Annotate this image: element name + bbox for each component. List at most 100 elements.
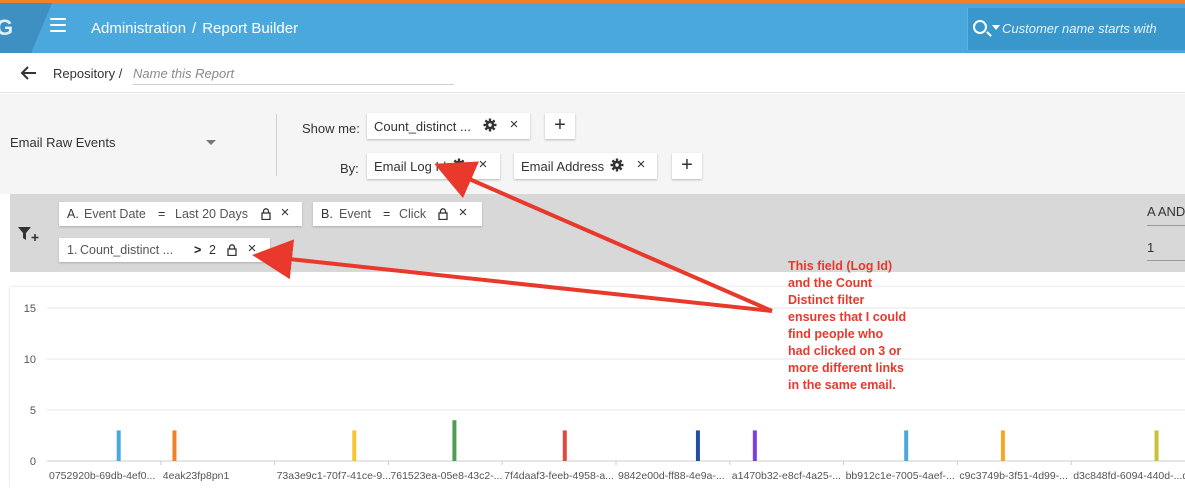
- filter-field: Event Date: [84, 207, 146, 221]
- x-tick-label: 7f4daaf3-feeb-4958-a...: [504, 470, 614, 482]
- filter-value: Click: [399, 207, 427, 221]
- annotation-line: This field (Log Id): [788, 259, 893, 273]
- bar[interactable]: [1000, 430, 1005, 461]
- lock-icon[interactable]: [227, 244, 237, 256]
- chevron-down-icon[interactable]: [992, 25, 1000, 30]
- by-label: By:: [340, 161, 359, 176]
- filter-value: 2: [209, 243, 216, 257]
- add-filter-icon[interactable]: [18, 226, 40, 242]
- measure-chip-label: Count_distinct ...: [374, 119, 471, 134]
- report-name-input[interactable]: [133, 63, 454, 85]
- add-measure-button[interactable]: +: [545, 113, 575, 139]
- x-tick-label: 761523ea-05e8-43c2-...: [390, 470, 502, 482]
- filter-chip-count-distinct[interactable]: 1. Count_distinct ... > 2 ×: [59, 238, 270, 262]
- filter-chip-event[interactable]: B. Event = Click ×: [313, 202, 482, 226]
- annotation-line: more different links: [788, 361, 904, 375]
- dimension-chip-label: Email Log Id: [374, 159, 447, 174]
- filter-operator: =: [383, 207, 391, 221]
- filter-field: Count_distinct ...: [80, 243, 174, 257]
- remove-dimension-close-icon[interactable]: ×: [634, 157, 648, 173]
- remove-dimension-close-icon[interactable]: ×: [476, 157, 490, 173]
- filter-logic-underline: [1147, 225, 1185, 226]
- y-tick-label: 15: [24, 303, 36, 315]
- gear-icon[interactable]: [452, 158, 466, 172]
- gear-icon[interactable]: [610, 158, 624, 172]
- customer-search: [967, 8, 1185, 50]
- chart-panel: 0 5 10 15 0752920b-69db-4ef0... 4eak23fp8pn1 7…: [10, 287, 1185, 488]
- bar[interactable]: [904, 430, 909, 461]
- breadcrumb-separator: /: [118, 66, 123, 81]
- remove-filter-close-icon[interactable]: ×: [278, 205, 292, 221]
- annotation-line: in the same email.: [788, 378, 896, 392]
- annotation-line: had clicked on 3 or: [788, 344, 902, 358]
- dimension-chip-label: Email Address: [521, 159, 605, 174]
- repository-link[interactable]: Repository: [53, 66, 115, 81]
- x-tick-label: c9c3749b-3f51-4d99-...: [959, 470, 1068, 482]
- remove-filter-close-icon[interactable]: ×: [456, 205, 470, 221]
- divider: [276, 114, 284, 176]
- measure-chip[interactable]: Count_distinct ... ×: [367, 113, 530, 139]
- bar[interactable]: [172, 430, 177, 461]
- app-logo[interactable]: G: [0, 3, 52, 53]
- bar[interactable]: [695, 430, 700, 461]
- breadcrumb-report-builder: Report Builder: [202, 20, 299, 37]
- filter-logic-input-underline: [1147, 260, 1185, 261]
- bar[interactable]: [452, 420, 457, 461]
- data-source-select[interactable]: Email Raw Events: [10, 135, 220, 153]
- filter-value: Last 20 Days: [175, 207, 248, 221]
- lock-icon[interactable]: [438, 208, 448, 220]
- filter-field: Event: [339, 207, 371, 221]
- annotation-line: find people who: [788, 327, 884, 341]
- dimension-chip-email-log-id[interactable]: Email Log Id ×: [367, 153, 500, 179]
- repository-breadcrumb: Repository /: [53, 66, 122, 81]
- annotation-line: and the Count: [788, 276, 873, 290]
- annotation-line: Distinct filter: [788, 293, 865, 307]
- gear-icon[interactable]: [483, 118, 497, 132]
- filter-operator: >: [194, 243, 202, 257]
- bar[interactable]: [1154, 430, 1159, 461]
- x-tick-label: 9842e00d-ff88-4e9a-...: [618, 470, 725, 482]
- show-me-label: Show me:: [302, 121, 360, 136]
- x-tick-label: d3c848fd-6094-440d-...d: [1073, 470, 1185, 482]
- filter-logic-input[interactable]: 1: [1147, 240, 1154, 255]
- remove-filter-close-icon[interactable]: ×: [245, 241, 259, 257]
- breadcrumb-administration[interactable]: Administration: [91, 20, 186, 37]
- add-dimension-button[interactable]: +: [672, 153, 702, 179]
- search-icon[interactable]: [973, 20, 987, 34]
- search-input[interactable]: [1002, 18, 1182, 38]
- logo-letter: G: [0, 15, 14, 40]
- x-tick-label: 4eak23fp8pn1: [163, 470, 230, 482]
- bar[interactable]: [752, 430, 757, 461]
- filter-letter: A.: [67, 207, 79, 221]
- filter-chip-event-date[interactable]: A. Event Date = Last 20 Days ×: [59, 202, 302, 226]
- lock-icon[interactable]: [261, 208, 271, 220]
- remove-measure-close-icon[interactable]: ×: [507, 117, 521, 133]
- y-tick-label: 0: [30, 456, 36, 468]
- x-tick-label: 0752920b-69db-4ef0...: [49, 470, 155, 482]
- bar[interactable]: [116, 430, 121, 461]
- annotation-line: ensures that I could: [788, 310, 907, 324]
- data-source-value: Email Raw Events: [10, 135, 116, 150]
- report-subheader: Repository /: [0, 53, 1185, 93]
- breadcrumb-separator: /: [192, 20, 197, 37]
- bar[interactable]: [562, 430, 567, 461]
- dropdown-caret-icon: [206, 140, 216, 145]
- x-tick-label: a1470b32-e8cf-4a25-...: [732, 470, 841, 482]
- breadcrumb: Administration / Report Builder: [91, 20, 298, 37]
- filter-operator: =: [158, 207, 166, 221]
- menu-icon[interactable]: [50, 18, 66, 32]
- annotation-note: This field (Log Id) and the Count Distin…: [788, 258, 938, 394]
- y-tick-label: 5: [30, 405, 36, 417]
- filter-logic-label[interactable]: A AND: [1147, 204, 1185, 219]
- bar[interactable]: [352, 430, 357, 461]
- filter-panel: A. Event Date = Last 20 Days × B. Event …: [10, 194, 1185, 272]
- back-arrow-icon[interactable]: [20, 64, 38, 82]
- bar-chart: 0 5 10 15 0752920b-69db-4ef0... 4eak23fp8pn1 7…: [24, 303, 1185, 482]
- filter-letter: 1.: [67, 243, 78, 257]
- app-header: G Administration / Report Builder: [0, 3, 1185, 53]
- y-tick-label: 10: [24, 354, 36, 366]
- filter-letter: B.: [321, 207, 333, 221]
- report-config-panel: Email Raw Events Show me: Count_distinct…: [0, 94, 1185, 194]
- dimension-chip-email-address[interactable]: Email Address ×: [514, 153, 657, 179]
- x-tick-label: 73a3e9c1-70f7-41ce-9...: [277, 470, 391, 482]
